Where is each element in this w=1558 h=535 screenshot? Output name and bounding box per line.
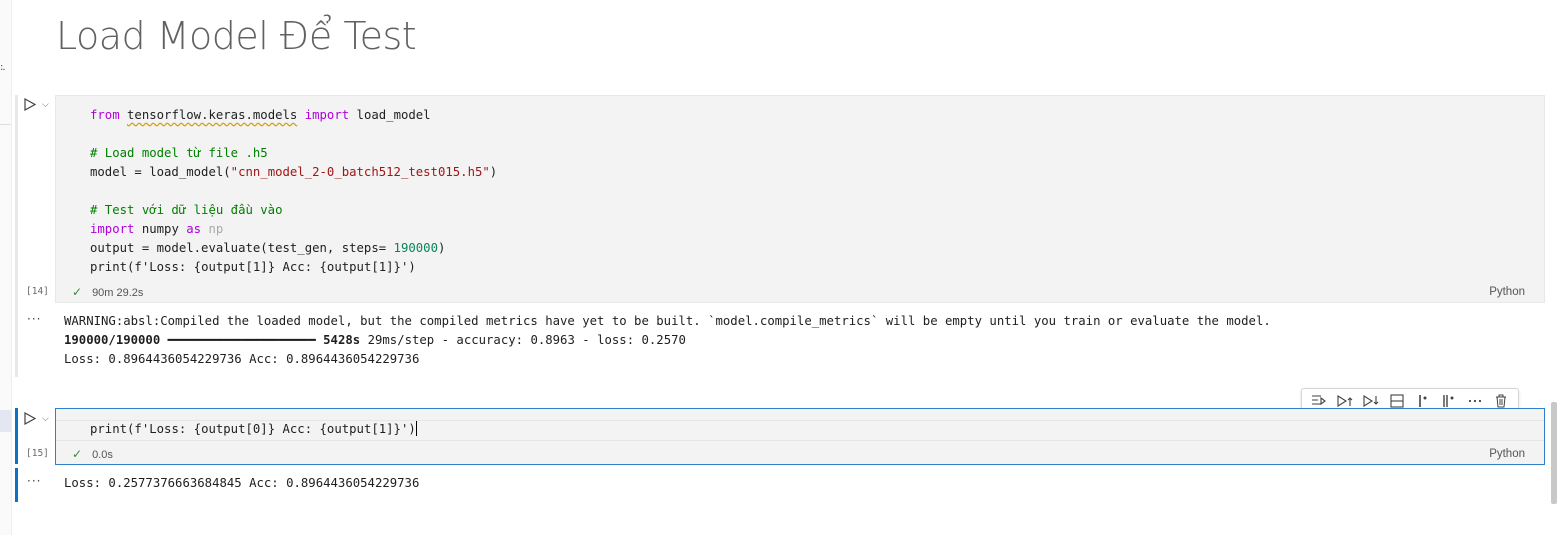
cell-1-focus-bar (15, 95, 18, 377)
progress-bar: ━━━━━━━━━━━━━━━━━━━━ (167, 333, 316, 347)
code-token: load_model (356, 108, 431, 122)
code-token: (f'Loss: {output[1]} Acc: {output[1]}') (127, 260, 416, 274)
code-editor-2[interactable]: print(f'Loss: {output[0]} Acc: {output[1… (90, 420, 417, 439)
output-menu-button[interactable]: ··· (27, 312, 41, 326)
progress-metrics: 29ms/step - accuracy: 0.8963 - loss: 0.2… (360, 333, 686, 347)
code-token: output = model.evaluate(test_gen, steps= (90, 241, 394, 255)
code-comment: # Test với dữ liệu đầu vào (90, 203, 283, 217)
run-cell-button[interactable] (24, 412, 36, 425)
progress-time: 5428s (323, 333, 361, 347)
code-token: as (186, 222, 202, 236)
run-cell-button[interactable] (24, 98, 36, 111)
active-output-bar (15, 468, 18, 502)
execution-status: ✓ 90m 29.2s (72, 285, 143, 299)
markdown-heading: Load Model Để Test (56, 14, 417, 58)
code-token: print (90, 260, 128, 274)
play-icon (24, 98, 36, 111)
play-icon (24, 412, 36, 425)
code-token: np (208, 222, 224, 236)
code-number: 190000 (393, 241, 438, 255)
code-token: ) (489, 165, 498, 179)
gutter-selection (0, 410, 11, 432)
output-menu-button[interactable]: ··· (27, 474, 41, 488)
execution-count: [14] (26, 286, 49, 297)
code-token: (f'Loss: {output[0]} Acc: {output[1]}') (127, 422, 416, 436)
check-icon: ✓ (72, 285, 83, 299)
code-editor-1[interactable]: from tensorflow.keras.models import load… (90, 106, 497, 277)
code-string: "cnn_model_2-0_batch512_test015.h5" (230, 165, 490, 179)
output-result: Loss: 0.2577376663684845 Acc: 0.89644360… (64, 476, 420, 490)
chevron-down-icon[interactable]: ⌵ (42, 414, 49, 424)
code-token: print (90, 422, 128, 436)
gutter-ellipsis[interactable]: :. (0, 62, 5, 73)
left-gutter: :. (0, 0, 12, 535)
code-token: numpy (141, 222, 179, 236)
execution-duration: 0.0s (92, 449, 113, 461)
code-comment: # Load model từ file .h5 (90, 146, 268, 160)
cell-output-1: WARNING:absl:Compiled the loaded model, … (64, 312, 1271, 369)
code-cell-2[interactable]: print(f'Loss: {output[0]} Acc: {output[1… (55, 408, 1545, 465)
text-cursor (415, 421, 417, 436)
code-token: tensorflow.keras.models (127, 108, 298, 122)
output-warning: WARNING:absl:Compiled the loaded model, … (64, 314, 1271, 328)
code-token: ) (437, 241, 446, 255)
code-token: import (90, 222, 135, 236)
chevron-down-icon[interactable]: ⌵ (42, 100, 49, 110)
code-token: from (90, 108, 120, 122)
code-cell-1[interactable]: from tensorflow.keras.models import load… (55, 95, 1545, 303)
code-token: model = load_model( (90, 165, 231, 179)
execution-duration: 90m 29.2s (92, 287, 144, 299)
execution-count: [15] (26, 448, 49, 459)
gutter-divider (0, 124, 11, 125)
cell-language-label[interactable]: Python (1489, 286, 1525, 298)
vertical-scrollbar[interactable] (1551, 402, 1557, 504)
active-cell-bar (15, 408, 18, 464)
execution-status: ✓ 0.0s (72, 447, 113, 461)
progress-step: 190000/190000 (64, 333, 161, 347)
check-icon: ✓ (72, 447, 83, 461)
code-token: import (304, 108, 350, 122)
cell-language-label[interactable]: Python (1489, 448, 1525, 460)
output-result: Loss: 0.8964436054229736 Acc: 0.89644360… (64, 352, 420, 366)
cell-output-2: Loss: 0.2577376663684845 Acc: 0.89644360… (64, 474, 419, 493)
